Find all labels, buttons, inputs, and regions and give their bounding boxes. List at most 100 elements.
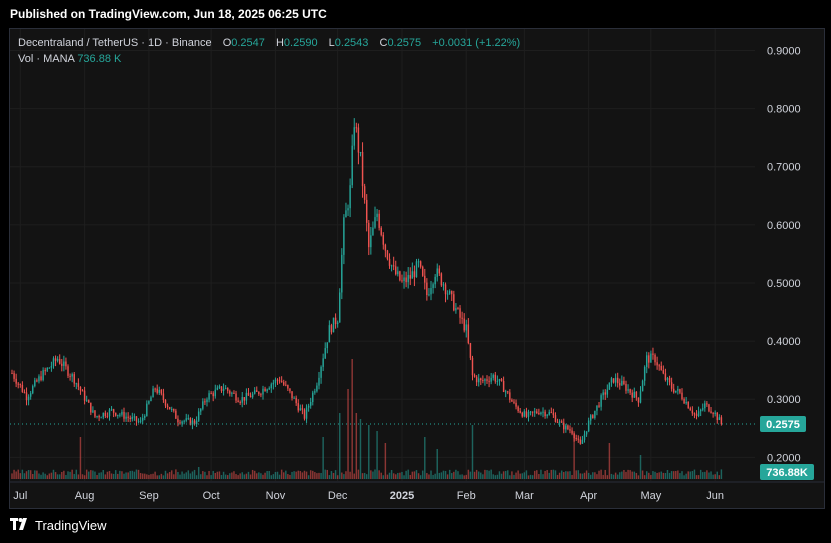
candle-body[interactable]	[554, 415, 557, 422]
candle-body[interactable]	[612, 378, 615, 383]
candle-body[interactable]	[170, 408, 173, 410]
candle-body[interactable]	[316, 385, 318, 392]
candle-body[interactable]	[569, 429, 571, 431]
candle-body[interactable]	[164, 399, 167, 406]
candle-body[interactable]	[272, 382, 275, 385]
candle-body[interactable]	[563, 422, 565, 430]
candle-body[interactable]	[502, 380, 505, 392]
candle-body[interactable]	[158, 389, 161, 393]
candle-body[interactable]	[691, 410, 694, 414]
candle-body[interactable]	[92, 410, 94, 413]
candle-body[interactable]	[19, 383, 22, 385]
candle-body[interactable]	[90, 402, 92, 413]
candle-body[interactable]	[268, 388, 270, 390]
candle-body[interactable]	[175, 410, 177, 419]
candle-body[interactable]	[523, 411, 526, 417]
candle-body[interactable]	[330, 325, 333, 333]
candle-body[interactable]	[670, 382, 673, 389]
candle-body[interactable]	[345, 210, 347, 218]
candle-body[interactable]	[283, 382, 285, 385]
candle-body[interactable]	[417, 261, 420, 263]
candle-body[interactable]	[204, 401, 206, 403]
candle-body[interactable]	[689, 408, 692, 411]
candle-body[interactable]	[25, 392, 28, 401]
candle-body[interactable]	[314, 391, 316, 393]
candle-body[interactable]	[21, 384, 24, 393]
candle-body[interactable]	[324, 348, 326, 359]
candle-body[interactable]	[137, 421, 140, 423]
candle-body[interactable]	[144, 415, 146, 418]
candle-body[interactable]	[106, 416, 109, 418]
candle-body[interactable]	[127, 416, 129, 418]
candle-body[interactable]	[521, 412, 524, 417]
candle-body[interactable]	[299, 408, 302, 411]
candle-body[interactable]	[58, 359, 61, 364]
candle-body[interactable]	[550, 412, 553, 414]
candle-body[interactable]	[351, 145, 353, 186]
candle-body[interactable]	[457, 308, 459, 310]
candle-body[interactable]	[448, 291, 451, 294]
candle-body[interactable]	[291, 391, 293, 399]
candle-body[interactable]	[119, 414, 121, 416]
candle-body[interactable]	[401, 280, 403, 282]
candle-body[interactable]	[191, 420, 194, 425]
candle-body[interactable]	[654, 354, 656, 363]
candle-body[interactable]	[168, 407, 171, 410]
candle-body[interactable]	[648, 355, 650, 363]
candle-body[interactable]	[359, 151, 362, 153]
candle-body[interactable]	[399, 271, 401, 281]
candle-body[interactable]	[131, 417, 134, 419]
candle-body[interactable]	[264, 388, 266, 392]
candle-body[interactable]	[426, 282, 428, 295]
candle-body[interactable]	[256, 390, 258, 392]
candle-body[interactable]	[386, 250, 389, 259]
candle-body[interactable]	[637, 397, 640, 403]
candle-body[interactable]	[666, 378, 669, 380]
candle-body[interactable]	[11, 373, 13, 375]
candle-body[interactable]	[484, 379, 486, 381]
candle-body[interactable]	[146, 403, 148, 416]
candle-body[interactable]	[121, 411, 123, 415]
candle-body[interactable]	[303, 409, 306, 419]
candle-body[interactable]	[156, 388, 158, 393]
candle-body[interactable]	[413, 271, 416, 278]
candle-body[interactable]	[606, 389, 609, 395]
candle-body[interactable]	[112, 409, 115, 413]
candle-body[interactable]	[50, 365, 53, 368]
candle-body[interactable]	[216, 387, 219, 390]
candle-body[interactable]	[544, 411, 546, 417]
candle-body[interactable]	[486, 379, 488, 381]
candle-body[interactable]	[114, 412, 117, 416]
candle-body[interactable]	[251, 393, 254, 398]
candle-body[interactable]	[363, 186, 366, 200]
candle-body[interactable]	[546, 414, 548, 417]
candle-body[interactable]	[552, 412, 555, 416]
candle-body[interactable]	[187, 418, 190, 420]
candle-body[interactable]	[714, 412, 716, 414]
candle-body[interactable]	[623, 380, 625, 384]
candle-body[interactable]	[405, 277, 407, 283]
candle-body[interactable]	[536, 411, 538, 414]
candle-body[interactable]	[490, 377, 492, 382]
candle-body[interactable]	[533, 411, 536, 413]
candle-body[interactable]	[376, 213, 378, 218]
candle-body[interactable]	[662, 370, 665, 374]
candle-body[interactable]	[596, 405, 598, 411]
candle-body[interactable]	[88, 400, 90, 403]
candle-body[interactable]	[527, 412, 530, 417]
candle-body[interactable]	[48, 367, 51, 369]
candle-body[interactable]	[619, 383, 621, 386]
candle-body[interactable]	[465, 324, 467, 331]
candle-body[interactable]	[643, 366, 646, 381]
candle-body[interactable]	[307, 405, 310, 408]
candle-body[interactable]	[81, 390, 84, 392]
candle-body[interactable]	[519, 411, 521, 413]
candle-body[interactable]	[98, 416, 100, 418]
candle-body[interactable]	[716, 412, 718, 421]
candle-body[interactable]	[15, 378, 17, 384]
candle-body[interactable]	[594, 410, 596, 419]
candle-body[interactable]	[411, 271, 414, 279]
candle-body[interactable]	[243, 397, 246, 401]
candle-body[interactable]	[639, 391, 642, 403]
candle-body[interactable]	[571, 430, 573, 434]
